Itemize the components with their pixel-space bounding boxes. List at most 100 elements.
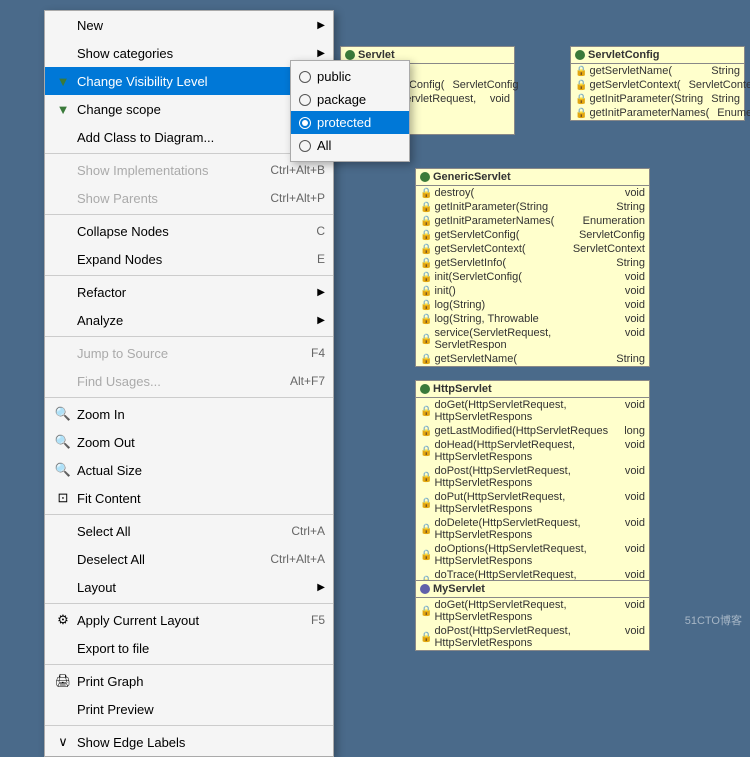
menu-item-analyze[interactable]: Analyze ▶ <box>45 306 333 334</box>
refactor-icon <box>53 282 73 302</box>
deselect-all-label: Deselect All <box>77 552 262 567</box>
menu-item-select-all[interactable]: Select All Ctrl+A <box>45 517 333 545</box>
fit-content-icon: ⊡ <box>53 488 73 508</box>
select-all-label: Select All <box>77 524 283 539</box>
print-graph-icon: 🖨 <box>53 671 73 691</box>
zoom-out-icon: 🔍 <box>53 432 73 452</box>
menu-item-fit-content[interactable]: ⊡ Fit Content <box>45 484 333 512</box>
collapse-nodes-label: Collapse Nodes <box>77 224 308 239</box>
menu-item-export-file[interactable]: Export to file <box>45 634 333 662</box>
find-usages-icon <box>53 371 73 391</box>
show-implementations-shortcut: Ctrl+Alt+B <box>270 163 325 177</box>
menu-item-print-graph[interactable]: 🖨 Print Graph <box>45 667 333 695</box>
visibility-submenu: public package protected All <box>290 60 410 162</box>
deselect-all-shortcut: Ctrl+Alt+A <box>270 552 325 566</box>
radio-protected <box>299 117 311 129</box>
show-categories-label: Show categories <box>77 46 313 61</box>
separator-6 <box>45 514 333 515</box>
menu-item-refactor[interactable]: Refactor ▶ <box>45 278 333 306</box>
show-parents-label: Show Parents <box>77 191 262 206</box>
add-class-label: Add Class to Diagram... <box>77 130 283 145</box>
genericservlet-icon <box>420 172 430 182</box>
show-edge-labels-label: Show Edge Labels <box>77 735 325 750</box>
layout-label: Layout <box>77 580 313 595</box>
menu-item-collapse-nodes[interactable]: Collapse Nodes C <box>45 217 333 245</box>
analyze-arrow: ▶ <box>317 315 325 326</box>
myservlet-icon <box>420 584 430 594</box>
jump-to-source-shortcut: F4 <box>311 346 325 360</box>
genericservlet-title: GenericServlet <box>433 171 511 183</box>
menu-item-show-edge-labels[interactable]: ∨ Show Edge Labels <box>45 728 333 756</box>
sc-row-4: 🔒getInitParameterNames(Enumeration <box>571 106 744 120</box>
protected-label: protected <box>317 115 371 130</box>
apply-layout-label: Apply Current Layout <box>77 613 303 628</box>
servlet-icon <box>345 50 355 60</box>
analyze-label: Analyze <box>77 313 313 328</box>
new-label: New <box>77 18 313 33</box>
radio-package <box>299 94 311 106</box>
menu-item-zoom-out[interactable]: 🔍 Zoom Out <box>45 428 333 456</box>
submenu-item-all[interactable]: All <box>291 134 409 157</box>
show-implementations-icon <box>53 160 73 180</box>
collapse-nodes-shortcut: C <box>316 224 325 238</box>
jump-to-source-label: Jump to Source <box>77 346 303 361</box>
new-icon <box>53 15 73 35</box>
public-label: public <box>317 69 351 84</box>
uml-servletconfig-box: ServletConfig 🔒getServletName(String 🔒ge… <box>570 46 745 121</box>
export-file-icon <box>53 638 73 658</box>
refactor-arrow: ▶ <box>317 287 325 298</box>
servletconfig-title: ServletConfig <box>588 49 660 61</box>
analyze-icon <box>53 310 73 330</box>
change-scope-label: Change scope <box>77 102 313 117</box>
separator-4 <box>45 336 333 337</box>
add-class-icon <box>53 127 73 147</box>
find-usages-label: Find Usages... <box>77 374 282 389</box>
select-all-shortcut: Ctrl+A <box>291 524 325 538</box>
sc-row-1: 🔒getServletName(String <box>571 64 744 78</box>
apply-layout-shortcut: F5 <box>311 613 325 627</box>
apply-layout-icon: ⚙ <box>53 610 73 630</box>
change-scope-icon: ▼ <box>53 99 73 119</box>
radio-public <box>299 71 311 83</box>
expand-nodes-shortcut: E <box>317 252 325 266</box>
menu-item-actual-size[interactable]: 🔍 Actual Size <box>45 456 333 484</box>
menu-item-show-parents: Show Parents Ctrl+Alt+P <box>45 184 333 212</box>
menu-item-zoom-in[interactable]: 🔍 Zoom In <box>45 400 333 428</box>
print-preview-icon <box>53 699 73 719</box>
change-visibility-icon: ▼ <box>53 71 73 91</box>
separator-5 <box>45 397 333 398</box>
menu-item-find-usages: Find Usages... Alt+F7 <box>45 367 333 395</box>
sc-row-3: 🔒getInitParameter(StringString <box>571 92 744 106</box>
uml-myservlet-box: MyServlet 🔒doGet(HttpServletRequest, Htt… <box>415 580 650 651</box>
submenu-item-package[interactable]: package <box>291 88 409 111</box>
menu-item-new[interactable]: New ▶ <box>45 11 333 39</box>
expand-nodes-icon <box>53 249 73 269</box>
separator-2 <box>45 214 333 215</box>
submenu-item-public[interactable]: public <box>291 65 409 88</box>
submenu-item-protected[interactable]: protected <box>291 111 409 134</box>
fit-content-label: Fit Content <box>77 491 325 506</box>
menu-item-layout[interactable]: Layout ▶ <box>45 573 333 601</box>
myservlet-title: MyServlet <box>433 583 485 595</box>
menu-item-expand-nodes[interactable]: Expand Nodes E <box>45 245 333 273</box>
show-categories-arrow: ▶ <box>317 48 325 59</box>
deselect-all-icon <box>53 549 73 569</box>
separator-8 <box>45 664 333 665</box>
separator-7 <box>45 603 333 604</box>
uml-genericservlet-box: GenericServlet 🔒destroy(void 🔒getInitPar… <box>415 168 650 367</box>
zoom-in-label: Zoom In <box>77 407 325 422</box>
print-preview-label: Print Preview <box>77 702 325 717</box>
watermark: 51CTO博客 <box>685 612 742 628</box>
sc-row-2: 🔒getServletContext(ServletContext <box>571 78 744 92</box>
separator-3 <box>45 275 333 276</box>
actual-size-icon: 🔍 <box>53 460 73 480</box>
zoom-out-label: Zoom Out <box>77 435 325 450</box>
menu-item-deselect-all[interactable]: Deselect All Ctrl+Alt+A <box>45 545 333 573</box>
separator-9 <box>45 725 333 726</box>
menu-item-print-preview[interactable]: Print Preview <box>45 695 333 723</box>
jump-to-source-icon <box>53 343 73 363</box>
find-usages-shortcut: Alt+F7 <box>290 374 325 388</box>
menu-item-apply-layout[interactable]: ⚙ Apply Current Layout F5 <box>45 606 333 634</box>
show-implementations-label: Show Implementations <box>77 163 262 178</box>
actual-size-label: Actual Size <box>77 463 325 478</box>
